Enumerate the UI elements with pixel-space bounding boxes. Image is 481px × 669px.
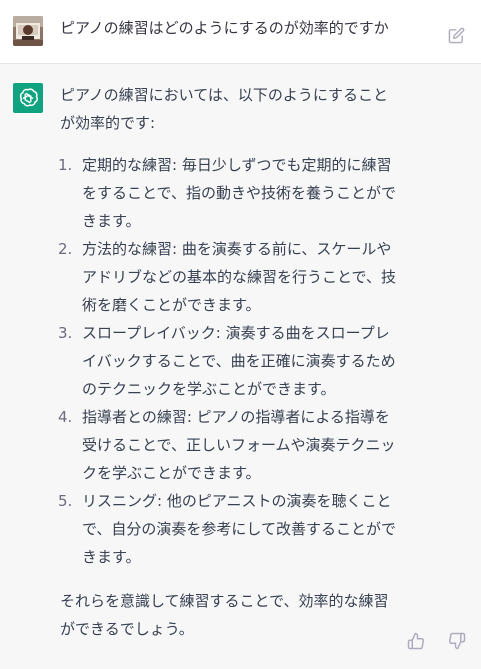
assistant-answer: ピアノの練習においては、以下のようにすることが効率的です: 1. 定期的な練習:… [58,81,398,643]
list-item-number: 1. [58,156,73,174]
openai-logo-icon [13,83,43,113]
edit-icon[interactable] [448,27,465,44]
list-item: 3. スロープレイバック: 演奏する曲をスロープレイバックすることで、曲を正確に… [58,319,398,403]
user-photo-avatar [13,16,43,46]
list-item: 5. リスニング: 他のピアニストの演奏を聴くことで、自分の演奏を参考にして改善… [58,487,398,571]
list-item-text: リスニング: 他のピアニストの演奏を聴くことで、自分の演奏を参考にして改善するこ… [82,492,396,566]
assistant-message-row: ピアノの練習においては、以下のようにすることが効率的です: 1. 定期的な練習:… [0,64,481,669]
list-item: 4. 指導者との練習: ピアノの指導者による指導を受けることで、正しいフォームや… [58,403,398,487]
list-item-number: 4. [58,408,73,426]
answer-list: 1. 定期的な練習: 毎日少しずつでも定期的に練習をすることで、指の動きや技術を… [58,151,398,571]
answer-outro: それらを意識して練習することで、効率的な練習ができるでしょう。 [60,592,389,638]
list-item: 2. 方法的な練習: 曲を演奏する前に、スケールやアドリブなどの基本的な練習を行… [58,235,398,319]
list-item-text: スロープレイバック: 演奏する曲をスロープレイバックすることで、曲を正確に演奏す… [82,324,396,398]
list-item-number: 5. [58,492,73,510]
answer-intro: ピアノの練習においては、以下のようにすることが効率的です: [60,86,389,132]
thumbs-down-icon[interactable] [448,632,466,650]
list-item: 1. 定期的な練習: 毎日少しずつでも定期的に練習をすることで、指の動きや技術を… [58,151,398,235]
user-message-text: ピアノの練習はどのようにするのが効率的ですか [60,19,389,37]
list-item-text: 指導者との練習: ピアノの指導者による指導を受けることで、正しいフォームや演奏テ… [82,408,396,482]
list-item-number: 3. [58,324,73,342]
list-item-text: 定期的な練習: 毎日少しずつでも定期的に練習をすることで、指の動きや技術を養うこ… [82,156,396,230]
user-message-row: ピアノの練習はどのようにするのが効率的ですか [0,0,481,64]
thumbs-up-icon[interactable] [407,632,425,650]
list-item-text: 方法的な練習: 曲を演奏する前に、スケールやアドリブなどの基本的な練習を行うこと… [82,240,396,314]
list-item-number: 2. [58,240,73,258]
